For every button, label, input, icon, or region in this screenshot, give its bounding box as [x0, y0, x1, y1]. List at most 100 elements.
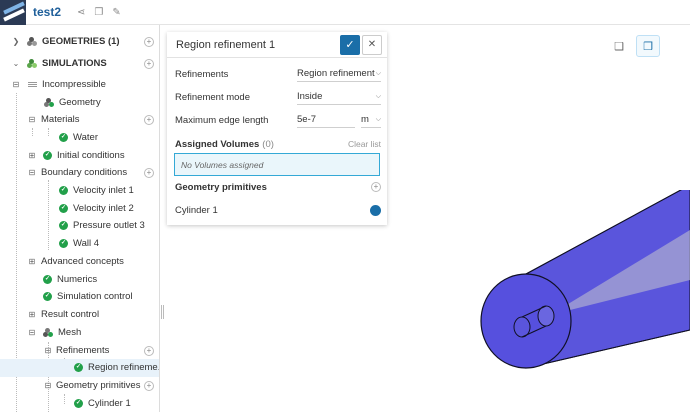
assigned-volumes-box[interactable]: No Volumes assigned: [174, 153, 380, 176]
tree-item-refinements[interactable]: ⊟ Refinements +: [0, 342, 159, 360]
tree-item-pressure-outlet-3[interactable]: ✓ Pressure outlet 3: [0, 217, 159, 235]
chevron-down-icon[interactable]: ⌄: [12, 59, 20, 68]
max-edge-length-value: 5e-7: [297, 114, 317, 125]
tree-item-water[interactable]: ✓ Water: [0, 129, 159, 147]
tree-label: Advanced concepts: [41, 256, 124, 268]
top-actions: ⋖ ❐ ✎: [77, 7, 121, 18]
collapse-icon[interactable]: ⊟: [28, 168, 36, 177]
share-icon[interactable]: ⋖: [77, 7, 85, 18]
refinement-mode-select[interactable]: Inside ⌵: [297, 90, 381, 105]
check-icon: ✓: [74, 363, 83, 373]
add-boundary-condition-button[interactable]: +: [144, 167, 154, 178]
check-icon: ✓: [59, 239, 68, 249]
expand-icon[interactable]: ⊞: [28, 151, 36, 160]
project-title: test2: [33, 5, 62, 19]
assigned-volumes-count: (0): [262, 138, 274, 150]
expand-icon[interactable]: ⊞: [28, 310, 36, 319]
tree-item-boundary-conditions[interactable]: ⊟ Boundary conditions +: [0, 164, 159, 182]
tree-item-advanced-concepts[interactable]: ⊞ Advanced concepts: [0, 253, 159, 271]
copy-icon[interactable]: ❐: [94, 7, 103, 18]
cylinder-row: Cylinder 1: [175, 202, 381, 218]
unit-select[interactable]: m ⌵: [361, 113, 381, 128]
tree-label: GEOMETRIES (1): [42, 36, 120, 48]
check-icon: ✓: [59, 221, 68, 231]
refinement-mode-value: Inside: [297, 91, 323, 102]
check-icon: ✓: [59, 186, 68, 196]
panel-title: Region refinement 1: [176, 38, 276, 51]
analysis-icon: [28, 81, 37, 88]
tree-item-result-control[interactable]: ⊞ Result control: [0, 306, 159, 324]
tree-label: SIMULATIONS: [42, 58, 107, 70]
collapse-icon[interactable]: ⊟: [44, 381, 52, 390]
cube-icon[interactable]: ❑: [607, 35, 631, 57]
confirm-button[interactable]: ✓: [340, 35, 360, 55]
tree-item-materials[interactable]: ⊟ Materials +: [0, 111, 159, 129]
tree-item-geometry-primitives[interactable]: ⊟ Geometry primitives +: [0, 377, 159, 395]
unit-value: m: [361, 114, 369, 125]
check-icon: ✓: [43, 151, 52, 161]
refinements-label: Refinements: [175, 68, 229, 80]
tree-label: Boundary conditions: [41, 167, 128, 179]
panel-header: Region refinement 1 ✓ ✕: [167, 32, 387, 58]
collapse-icon[interactable]: ⊟: [28, 115, 36, 124]
tree-item-initial-conditions[interactable]: ⊞ ✓ Initial conditions: [0, 147, 159, 165]
tree-label: Pressure outlet 3: [73, 220, 145, 232]
add-primitive-button[interactable]: +: [144, 380, 154, 391]
add-simulation-button[interactable]: +: [144, 58, 154, 69]
chevron-down-icon: ⌵: [375, 115, 381, 123]
collapse-icon[interactable]: ⊟: [44, 346, 52, 355]
assigned-volumes-label: Assigned Volumes: [175, 138, 260, 150]
tree-label: Cylinder 1: [88, 398, 131, 410]
tree-item-cylinder-1[interactable]: ✓ Cylinder 1: [0, 395, 159, 412]
tree-label: Incompressible: [42, 79, 106, 91]
chevron-right-icon[interactable]: ❯: [12, 37, 20, 46]
tree-item-velocity-inlet-1[interactable]: ✓ Velocity inlet 1: [0, 182, 159, 200]
add-material-button[interactable]: +: [144, 114, 154, 125]
tree-label: Simulation control: [57, 291, 133, 303]
tree-item-incompressible[interactable]: ⊟ Incompressible: [0, 76, 159, 94]
max-edge-length-input[interactable]: 5e-7: [297, 113, 355, 128]
refinements-select[interactable]: Region refinement ⌵: [297, 67, 381, 82]
tree-label: Result control: [41, 309, 100, 321]
check-icon: ✓: [74, 399, 83, 409]
chevron-down-icon: ⌵: [375, 69, 381, 77]
refinement-mode-label: Refinement mode: [175, 91, 250, 103]
refinements-value: Region refinement: [297, 68, 375, 79]
top-bar: test2 ⋖ ❐ ✎: [0, 0, 690, 25]
clear-list-link[interactable]: Clear list: [348, 139, 381, 149]
check-icon: ✓: [59, 133, 68, 143]
tree-item-numerics[interactable]: ✓ Numerics: [0, 271, 159, 289]
simulation-tree: ❯ GEOMETRIES (1) + ⌄ SIMULATIONS + ⊟ Inc…: [0, 25, 160, 412]
mesh-icon: [43, 327, 54, 338]
collapse-icon[interactable]: ⊟: [28, 328, 36, 337]
iso-cube-icon[interactable]: ❒: [636, 35, 660, 57]
add-refinement-button[interactable]: +: [144, 345, 154, 356]
cylinder-toggle[interactable]: [370, 204, 381, 216]
add-primitive-button[interactable]: +: [371, 182, 381, 192]
close-button[interactable]: ✕: [362, 35, 382, 55]
tree-label: Geometry primitives: [56, 380, 141, 392]
collapse-icon[interactable]: ⊟: [12, 80, 20, 89]
expand-icon[interactable]: ⊞: [28, 257, 36, 266]
region-refinement-panel: Region refinement 1 ✓ ✕ Refinements Regi…: [167, 32, 387, 225]
close-icon: ✕: [367, 39, 377, 50]
sidebar-resize-handle[interactable]: [161, 305, 164, 319]
tree-item-region-refinement[interactable]: ✓ Region refineme...: [0, 359, 159, 377]
geometry-primitives-label: Geometry primitives: [175, 181, 267, 193]
tree-label: Materials: [41, 114, 80, 126]
3d-viewport[interactable]: [440, 190, 690, 412]
max-edge-length-label: Maximum edge length: [175, 114, 269, 126]
pencil-icon[interactable]: ✎: [112, 7, 120, 18]
tree-item-simulations[interactable]: ⌄ SIMULATIONS +: [0, 55, 159, 73]
max-edge-length-row: Maximum edge length 5e-7 m ⌵: [175, 112, 381, 128]
tree-item-geometries[interactable]: ❯ GEOMETRIES (1) +: [0, 33, 159, 51]
tree-item-mesh[interactable]: ⊟ Mesh: [0, 324, 159, 342]
tree-item-simulation-control[interactable]: ✓ Simulation control: [0, 288, 159, 306]
app-logo: [0, 0, 26, 25]
add-geometry-button[interactable]: +: [144, 36, 154, 47]
cylinder-model[interactable]: [480, 190, 690, 369]
chevron-down-icon: ⌵: [375, 92, 381, 100]
tree-item-velocity-inlet-2[interactable]: ✓ Velocity inlet 2: [0, 200, 159, 218]
tree-item-wall-4[interactable]: ✓ Wall 4: [0, 235, 159, 253]
tree-item-geometry[interactable]: Geometry: [0, 94, 159, 112]
